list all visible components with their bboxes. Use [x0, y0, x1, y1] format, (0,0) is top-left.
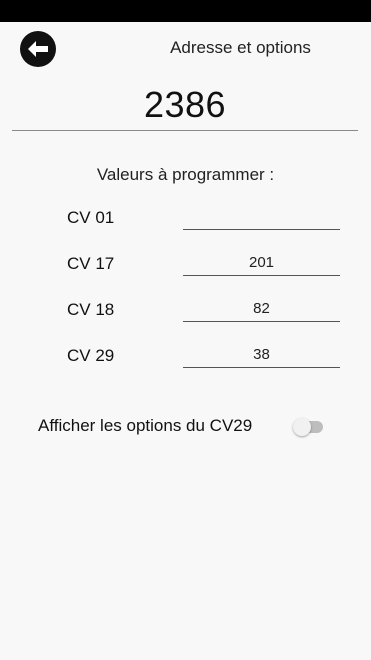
address-value[interactable]: 2386: [12, 84, 358, 126]
cv-row-01: CV 01: [0, 198, 371, 238]
back-button[interactable]: [20, 31, 56, 67]
toggle-thumb: [293, 418, 311, 436]
cv-01-label: CV 01: [67, 208, 115, 227]
cv-17-input[interactable]: 201: [183, 250, 340, 276]
cv-section-title: Valeurs à programmer :: [96, 165, 275, 184]
cv-row-18: CV 18 82: [0, 290, 371, 330]
cv29-options-toggle[interactable]: [293, 418, 323, 436]
cv-29-input[interactable]: 38: [183, 342, 340, 368]
cv-18-label: CV 18: [67, 300, 115, 319]
cv29-options-label: Afficher les options du CV29: [38, 416, 253, 435]
screen-title: Adresse et options: [170, 38, 311, 57]
cv-29-label: CV 29: [67, 346, 115, 365]
address-underline: [12, 130, 358, 131]
cv-row-29: CV 29 38: [0, 336, 371, 376]
cv-18-input[interactable]: 82: [183, 296, 340, 322]
cv-01-input[interactable]: [183, 204, 340, 230]
status-bar: [0, 0, 371, 22]
cv29-options-row: Afficher les options du CV29: [0, 410, 371, 444]
cv-17-label: CV 17: [67, 254, 115, 273]
arrow-left-icon: [27, 40, 49, 58]
cv-row-17: CV 17 201: [0, 244, 371, 284]
